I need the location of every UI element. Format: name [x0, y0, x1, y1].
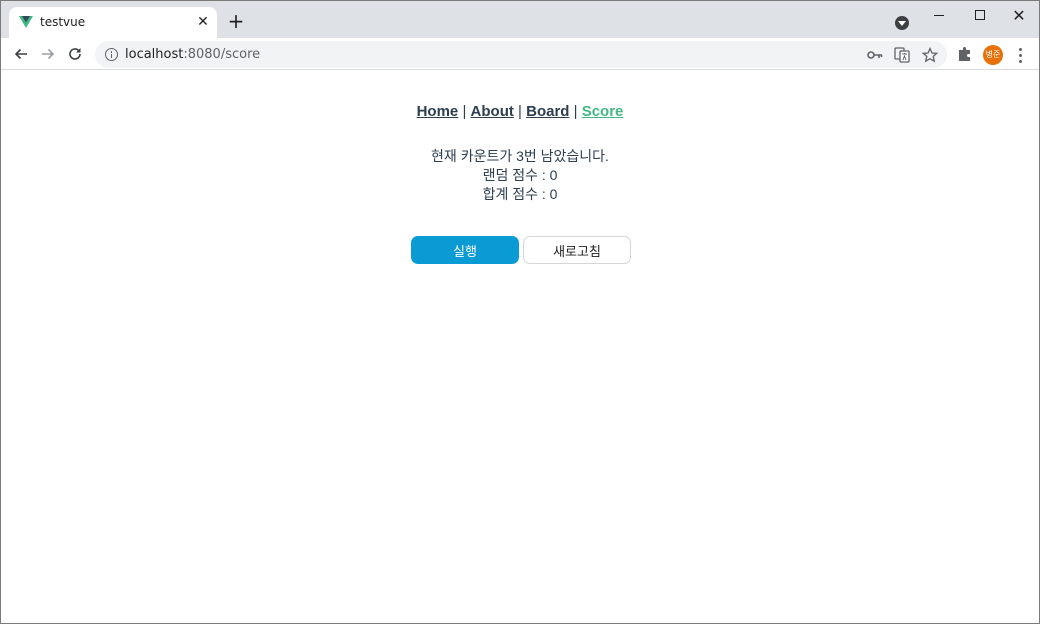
nav-link-score[interactable]: Score	[582, 103, 624, 120]
avatar[interactable]: 병준	[983, 45, 1003, 65]
tab-search-icon[interactable]	[895, 16, 909, 30]
url-host: localhost	[125, 47, 184, 62]
browser-toolbar: localhost:8080/score 병준	[1, 38, 1039, 70]
refresh-button[interactable]: 새로고침	[523, 236, 631, 264]
arrow-left-icon	[14, 48, 27, 60]
browser-window: testvue ✕ + ✕ localhost:8080/score 병준 Ho…	[0, 0, 1040, 624]
nav-separator: |	[462, 103, 467, 120]
run-button[interactable]: 실행	[411, 236, 519, 264]
menu-dot	[1019, 54, 1022, 57]
vue-logo-icon	[19, 16, 33, 28]
address-bar[interactable]: localhost:8080/score	[95, 41, 947, 68]
minimize-button[interactable]	[917, 1, 961, 29]
nav-link-about[interactable]: About	[471, 103, 514, 120]
random-score: 랜덤 점수 : 0	[482, 167, 558, 183]
info-icon[interactable]	[105, 48, 118, 61]
reload-button[interactable]	[63, 42, 87, 66]
tab-strip: testvue ✕ + ✕	[1, 1, 1039, 38]
key-shape	[867, 51, 883, 59]
puzzle-icon[interactable]	[956, 45, 974, 63]
count-message: 현재 카운트가 3번 남았습니다.	[431, 148, 609, 164]
browser-tab[interactable]: testvue ✕	[9, 7, 217, 38]
url-text[interactable]: localhost:8080/score	[125, 47, 260, 62]
maximize-icon	[975, 10, 985, 20]
main-nav: Home | About | Board | Score	[1, 103, 1039, 120]
score-info: 현재 카운트가 3번 남았습니다. 랜덤 점수 : 0 합계 점수 : 0	[1, 147, 1039, 204]
window-close-button[interactable]: ✕	[997, 1, 1039, 29]
back-button[interactable]	[9, 42, 33, 66]
nav-link-board[interactable]: Board	[526, 103, 569, 120]
total-score: 합계 점수 : 0	[482, 186, 558, 202]
key-icon[interactable]	[866, 46, 884, 64]
nav-separator: |	[518, 103, 522, 120]
tab-close-icon[interactable]: ✕	[195, 14, 211, 30]
nav-separator: |	[573, 103, 578, 120]
button-row: 실행 새로고침	[411, 236, 631, 264]
forward-button[interactable]	[36, 42, 60, 66]
star-icon[interactable]	[921, 46, 939, 64]
url-path: :8080/score	[183, 47, 261, 62]
new-tab-button[interactable]: +	[225, 10, 247, 32]
minimize-icon	[934, 14, 944, 16]
tab-title: testvue	[40, 15, 86, 29]
arrow-right-icon	[42, 48, 55, 60]
reload-icon	[69, 48, 81, 60]
menu-dot	[1019, 60, 1022, 63]
translate-shape	[894, 47, 910, 63]
nav-link-home[interactable]: Home	[417, 103, 459, 120]
star-shape	[922, 47, 938, 63]
menu-dot	[1019, 48, 1022, 51]
kebab-menu-icon[interactable]	[1013, 46, 1029, 64]
page-content: Home | About | Board | Score 현재 카운트가 3번 …	[1, 71, 1039, 623]
translate-icon[interactable]	[893, 46, 911, 64]
maximize-button[interactable]	[958, 1, 1002, 29]
